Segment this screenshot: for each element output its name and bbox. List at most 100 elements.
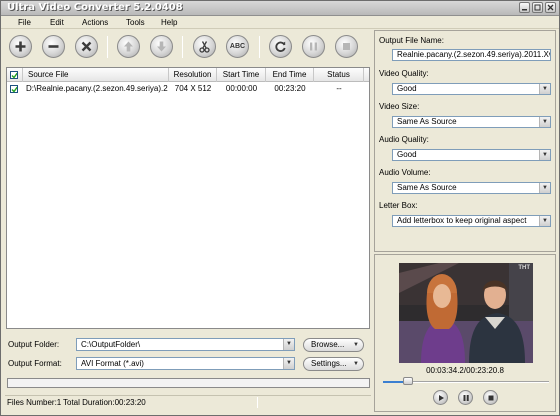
chevron-down-icon[interactable]: ▼ xyxy=(283,339,294,350)
app-window: Ultra Video Converter 5.2.0408 File Edit… xyxy=(0,0,560,416)
letter-box-select[interactable]: Add letterbox to keep original aspect ▼ xyxy=(392,215,551,227)
video-frame-image xyxy=(399,263,533,363)
output-format-label: Output Format: xyxy=(8,359,62,368)
video-quality-value: Good xyxy=(397,84,417,93)
pause-icon xyxy=(310,42,317,51)
toolbar: ABC xyxy=(4,30,369,64)
output-file-name-label: Output File Name: xyxy=(379,36,444,45)
audio-volume-select[interactable]: Same As Source ▼ xyxy=(392,182,551,194)
close-button[interactable] xyxy=(545,2,556,13)
menu-actions[interactable]: Actions xyxy=(82,16,108,29)
maximize-icon xyxy=(534,4,541,11)
close-icon xyxy=(547,4,554,11)
checkmark-icon xyxy=(11,72,17,79)
minus-icon xyxy=(48,45,59,48)
seek-slider[interactable] xyxy=(383,377,549,385)
cell-start-time: 00:00:00 xyxy=(225,84,258,93)
scissors-icon xyxy=(199,41,210,53)
output-file-name-input[interactable]: Realnie.pacany.(2.sezon.49.seriya).2011.… xyxy=(392,49,551,61)
playback-time-display: 00:03:34.2/00:23:20.8 xyxy=(426,366,504,375)
chevron-down-icon[interactable]: ▼ xyxy=(539,183,550,193)
window-controls xyxy=(519,2,556,13)
browse-button-label: Browse... xyxy=(311,340,345,349)
remove-file-button[interactable] xyxy=(42,35,65,58)
output-folder-combo[interactable]: C:\OutputFolder\ ▼ xyxy=(76,338,295,351)
preview-stop-button[interactable] xyxy=(483,390,498,405)
add-file-button[interactable] xyxy=(9,35,32,58)
cell-source-file: D:\Realnie.pacany.(2.sezon.49.seriya).2( xyxy=(26,84,168,93)
row-checkbox[interactable] xyxy=(10,85,18,93)
maximize-button[interactable] xyxy=(532,2,543,13)
minimize-icon xyxy=(522,9,527,11)
menu-edit[interactable]: Edit xyxy=(50,16,64,29)
preview-pause-button[interactable] xyxy=(458,390,473,405)
chevron-down-icon[interactable]: ▼ xyxy=(539,216,550,226)
video-quality-label: Video Quality: xyxy=(379,69,429,78)
column-start-time[interactable]: Start Time xyxy=(217,68,266,82)
play-icon xyxy=(438,394,444,401)
video-size-value: Same As Source xyxy=(397,117,457,126)
audio-volume-label: Audio Volume: xyxy=(379,168,431,177)
chevron-down-icon[interactable]: ▼ xyxy=(539,117,550,127)
browse-button[interactable]: Browse... ▼ xyxy=(303,338,364,352)
output-format-value: AVI Format (*.avi) xyxy=(81,359,144,368)
convert-button[interactable] xyxy=(269,35,292,58)
x-icon xyxy=(81,41,92,52)
window-title: Ultra Video Converter 5.2.0408 xyxy=(7,2,183,13)
clear-list-button[interactable] xyxy=(75,35,98,58)
column-end-time[interactable]: End Time xyxy=(266,68,314,82)
audio-quality-select[interactable]: Good ▼ xyxy=(392,149,551,161)
chevron-down-icon[interactable]: ▼ xyxy=(539,150,550,160)
trim-button[interactable] xyxy=(193,35,216,58)
rename-button[interactable]: ABC xyxy=(226,35,249,58)
refresh-icon xyxy=(275,41,286,52)
channel-watermark: ТНТ xyxy=(518,265,530,271)
menu-bar: File Edit Actions Tools Help xyxy=(1,16,559,29)
minimize-button[interactable] xyxy=(519,2,530,13)
menu-file[interactable]: File xyxy=(18,16,31,29)
settings-button-label: Settings... xyxy=(311,359,347,368)
abc-icon: ABC xyxy=(229,43,246,50)
status-total-duration: Total Duration:00:23:20 xyxy=(63,398,146,407)
video-preview: ТНТ xyxy=(399,263,533,363)
chevron-down-icon: ▼ xyxy=(353,342,359,348)
cell-end-time: 00:23:20 xyxy=(274,84,306,93)
menu-tools[interactable]: Tools xyxy=(126,16,145,29)
table-row[interactable]: D:\Realnie.pacany.(2.sezon.49.seriya).2(… xyxy=(7,83,369,95)
column-resolution[interactable]: Resolution xyxy=(169,68,217,82)
video-size-label: Video Size: xyxy=(379,102,420,111)
stop-icon xyxy=(488,395,493,400)
pause-icon xyxy=(463,394,469,401)
select-all-checkbox[interactable] xyxy=(10,71,18,79)
column-status[interactable]: Status xyxy=(314,68,364,82)
menu-help[interactable]: Help xyxy=(161,16,177,29)
pause-button[interactable] xyxy=(302,35,325,58)
plus-icon xyxy=(15,41,26,52)
output-file-name-value: Realnie.pacany.(2.sezon.49.seriya).2011.… xyxy=(397,50,551,59)
conversion-progress-bar xyxy=(7,378,370,388)
status-bar: Files Number:1 Total Duration:00:23:20 xyxy=(5,395,371,408)
chevron-down-icon: ▼ xyxy=(353,361,359,367)
toolbar-separator xyxy=(259,36,260,58)
title-bar[interactable]: Ultra Video Converter 5.2.0408 xyxy=(1,1,559,16)
file-list[interactable]: Source File Resolution Start Time End Ti… xyxy=(6,67,370,329)
column-source-file[interactable]: Source File xyxy=(23,68,169,82)
stop-button[interactable] xyxy=(335,35,358,58)
preview-panel: ТНТ 00:03:34.2/00:23:20.8 xyxy=(374,254,556,412)
select-all-column[interactable] xyxy=(7,68,23,82)
play-button[interactable] xyxy=(433,390,448,405)
video-quality-select[interactable]: Good ▼ xyxy=(392,83,551,95)
move-down-button[interactable] xyxy=(150,35,173,58)
settings-button[interactable]: Settings... ▼ xyxy=(303,357,364,371)
chevron-down-icon[interactable]: ▼ xyxy=(539,84,550,94)
seek-thumb[interactable] xyxy=(403,377,414,385)
move-up-button[interactable] xyxy=(117,35,140,58)
video-size-select[interactable]: Same As Source ▼ xyxy=(392,116,551,128)
audio-quality-label: Audio Quality: xyxy=(379,135,429,144)
output-format-combo[interactable]: AVI Format (*.avi) ▼ xyxy=(76,357,295,370)
output-settings-panel: Output File Name: Realnie.pacany.(2.sezo… xyxy=(374,30,556,252)
audio-quality-value: Good xyxy=(397,150,417,159)
chevron-down-icon[interactable]: ▼ xyxy=(283,358,294,369)
file-list-header: Source File Resolution Start Time End Ti… xyxy=(7,68,369,82)
status-divider xyxy=(257,397,258,408)
